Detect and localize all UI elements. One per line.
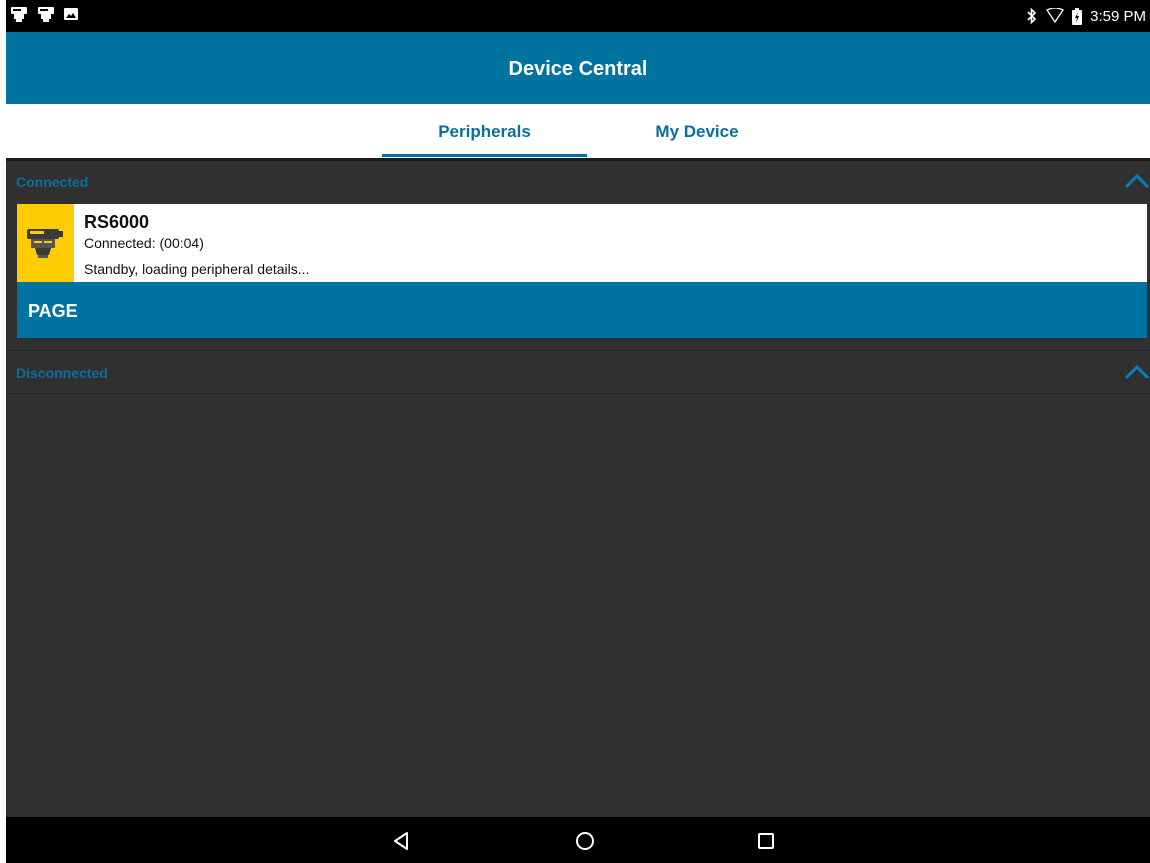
bluetooth-icon xyxy=(1026,8,1038,24)
device-detail-text: Standby, loading peripheral details... xyxy=(84,261,310,277)
screen: 3:59 PM Device Central Peripherals My De… xyxy=(6,0,1150,863)
disconnected-section-label: Disconnected xyxy=(16,365,108,381)
chevron-up-icon[interactable] xyxy=(1124,171,1150,191)
battery-charging-icon xyxy=(1072,7,1083,25)
disconnected-section-header[interactable]: Disconnected xyxy=(6,352,1150,392)
tab-my-device[interactable]: My Device xyxy=(597,104,797,158)
navigation-bar xyxy=(6,817,1150,863)
clock: 3:59 PM xyxy=(1090,7,1146,25)
tab-peripherals[interactable]: Peripherals xyxy=(382,104,587,158)
device-info[interactable]: RS6000 Connected: (00:04) Standby, loadi… xyxy=(17,204,1147,282)
device-thumbnail xyxy=(17,204,74,282)
recents-icon[interactable] xyxy=(754,829,778,853)
device-card[interactable]: RS6000 Connected: (00:04) Standby, loadi… xyxy=(17,204,1147,338)
device-connection-status: Connected: (00:04) xyxy=(84,235,204,251)
scanner-notification-icon xyxy=(37,5,55,23)
page-button[interactable]: PAGE xyxy=(17,282,1147,338)
image-notification-icon xyxy=(64,7,78,21)
scanner-notification-icon xyxy=(10,5,28,23)
page-title: Device Central xyxy=(508,58,648,80)
wifi-icon xyxy=(1046,8,1065,24)
device-name: RS6000 xyxy=(84,212,150,232)
tab-bar: Peripherals My Device xyxy=(6,104,1150,158)
connected-section-header[interactable]: Connected xyxy=(6,161,1150,201)
section-divider xyxy=(6,350,1150,351)
section-divider xyxy=(6,393,1150,394)
back-icon[interactable] xyxy=(390,829,414,853)
notification-icons xyxy=(10,5,78,23)
status-bar: 3:59 PM xyxy=(6,0,1150,32)
ring-scanner-icon xyxy=(27,229,63,258)
chevron-up-icon[interactable] xyxy=(1124,362,1150,382)
system-icons: 3:59 PM xyxy=(1026,0,1146,32)
app-bar: Device Central xyxy=(6,32,1150,104)
selected-tab-indicator xyxy=(382,154,587,157)
home-icon[interactable] xyxy=(573,829,597,853)
connected-section-label: Connected xyxy=(16,174,89,190)
